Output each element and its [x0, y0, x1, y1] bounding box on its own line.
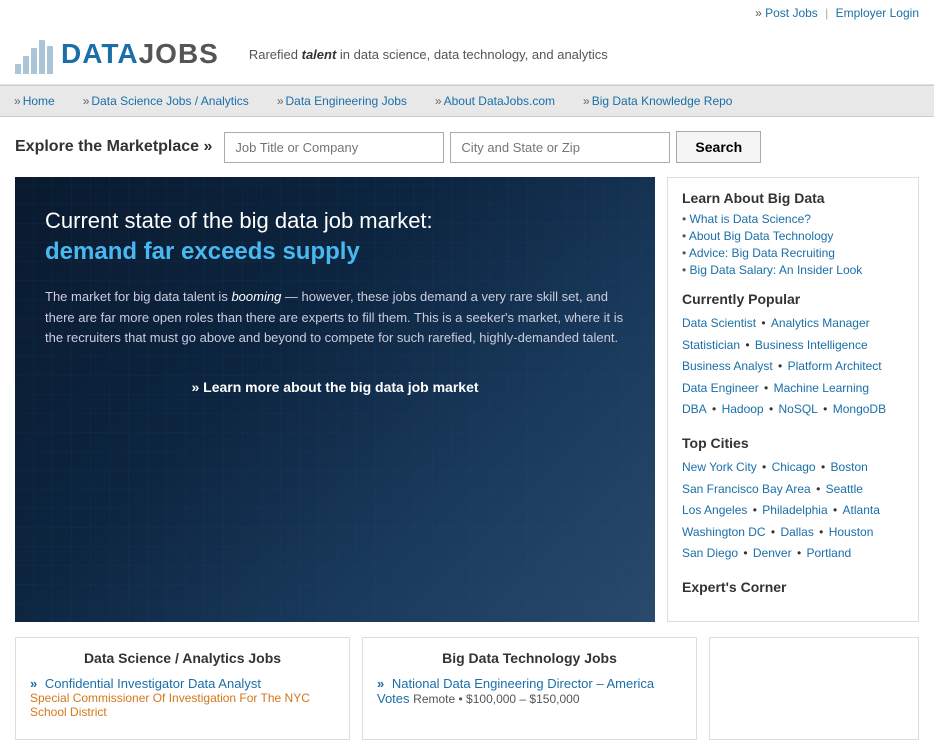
- city-sandiego[interactable]: San Diego: [682, 546, 738, 560]
- hero-body: The market for big data talent is boomin…: [45, 287, 625, 349]
- cities-section: Top Cities New York City • Chicago • Bos…: [682, 435, 904, 565]
- top-bar: » Post Jobs | Employer Login: [0, 0, 934, 26]
- pop-data-scientist[interactable]: Data Scientist: [682, 316, 756, 330]
- post-jobs-link[interactable]: Post Jobs: [765, 6, 818, 20]
- nav-data-engineering[interactable]: Data Engineering Jobs: [263, 86, 421, 116]
- employer-login-link[interactable]: Employer Login: [836, 6, 919, 20]
- job-item-2: » National Data Engineering Director – A…: [377, 676, 682, 706]
- pop-nosql[interactable]: NoSQL: [778, 402, 817, 416]
- sidebar: Learn About Big Data What is Data Scienc…: [667, 177, 919, 622]
- bar4: [39, 40, 45, 74]
- logo-jobs: JOBS: [139, 38, 219, 69]
- city-chicago[interactable]: Chicago: [772, 460, 816, 474]
- arrow-icon: »: [755, 6, 762, 20]
- nav-about[interactable]: About DataJobs.com: [421, 86, 569, 116]
- learn-link-1: What is Data Science?: [682, 212, 904, 226]
- city-atlanta[interactable]: Atlanta: [843, 503, 880, 517]
- learn-link-2: About Big Data Technology: [682, 229, 904, 243]
- city-philly[interactable]: Philadelphia: [762, 503, 827, 517]
- pop-platform-architect[interactable]: Platform Architect: [788, 359, 882, 373]
- logo-data: DATA: [61, 38, 139, 69]
- about-big-data-tech-link[interactable]: About Big Data Technology: [689, 229, 834, 243]
- main-content: Current state of the big data job market…: [0, 177, 934, 637]
- separator: |: [825, 6, 828, 20]
- city-seattle[interactable]: Seattle: [826, 482, 863, 496]
- pop-analytics-manager[interactable]: Analytics Manager: [771, 316, 870, 330]
- expert-heading: Expert's Corner: [682, 579, 904, 595]
- learn-link-3: Advice: Big Data Recruiting: [682, 246, 904, 260]
- bar2: [23, 56, 29, 74]
- logo-area: DATAJOBS: [15, 34, 219, 74]
- pop-dba[interactable]: DBA: [682, 402, 707, 416]
- search-input-jobtitle[interactable]: [224, 132, 444, 163]
- bar5: [47, 46, 53, 74]
- search-bar: Explore the Marketplace » Search: [0, 117, 934, 177]
- city-houston[interactable]: Houston: [829, 525, 874, 539]
- header: DATAJOBS Rarefied talent in data science…: [0, 26, 934, 85]
- nav-bar: Home Data Science Jobs / Analytics Data …: [0, 85, 934, 117]
- job-arrow-icon-2: »: [377, 676, 384, 691]
- job-item-1: » Confidential Investigator Data Analyst…: [30, 676, 335, 719]
- hero-learn-more-link[interactable]: » Learn more about the big data job mark…: [45, 379, 625, 395]
- card2-title: Big Data Technology Jobs: [377, 650, 682, 666]
- popular-links: Data Scientist • Analytics Manager Stati…: [682, 313, 904, 421]
- tagline-rest: in data science, data technology, and an…: [340, 47, 608, 62]
- city-portland[interactable]: Portland: [806, 546, 851, 560]
- what-is-data-science-link[interactable]: What is Data Science?: [690, 212, 811, 226]
- nav-knowledge-repo[interactable]: Big Data Knowledge Repo: [569, 86, 746, 116]
- popular-section: Currently Popular Data Scientist • Analy…: [682, 291, 904, 421]
- data-science-jobs-card: Data Science / Analytics Jobs » Confiden…: [15, 637, 350, 740]
- card1-title: Data Science / Analytics Jobs: [30, 650, 335, 666]
- city-la[interactable]: Los Angeles: [682, 503, 747, 517]
- hero-body-em: booming: [231, 289, 281, 304]
- cities-heading: Top Cities: [682, 435, 904, 451]
- pop-mongodb[interactable]: MongoDB: [833, 402, 886, 416]
- expert-section: Expert's Corner: [682, 579, 904, 595]
- learn-heading: Learn About Big Data: [682, 190, 904, 206]
- pop-data-engineer[interactable]: Data Engineer: [682, 381, 759, 395]
- city-nyc[interactable]: New York City: [682, 460, 757, 474]
- city-denver[interactable]: Denver: [753, 546, 792, 560]
- pop-machine-learning[interactable]: Machine Learning: [774, 381, 869, 395]
- bar3: [31, 48, 37, 74]
- search-input-location[interactable]: [450, 132, 670, 163]
- city-dc[interactable]: Washington DC: [682, 525, 766, 539]
- job-arrow-icon: »: [30, 676, 37, 691]
- sidebar-right: [709, 637, 919, 740]
- job1-title-link[interactable]: Confidential Investigator Data Analyst: [45, 676, 261, 691]
- nav-data-science[interactable]: Data Science Jobs / Analytics: [69, 86, 263, 116]
- pop-hadoop[interactable]: Hadoop: [722, 402, 764, 416]
- pop-business-intelligence[interactable]: Business Intelligence: [755, 338, 868, 352]
- salary-link[interactable]: Big Data Salary: An Insider Look: [690, 263, 863, 277]
- city-sf[interactable]: San Francisco Bay Area: [682, 482, 811, 496]
- popular-heading: Currently Popular: [682, 291, 904, 307]
- city-boston[interactable]: Boston: [830, 460, 867, 474]
- job2-meta: Remote • $100,000 – $150,000: [413, 692, 579, 706]
- cities-links: New York City • Chicago • Boston San Fra…: [682, 457, 904, 565]
- tagline: Rarefied talent in data science, data te…: [249, 47, 608, 62]
- big-data-tech-jobs-card: Big Data Technology Jobs » National Data…: [362, 637, 697, 740]
- hero-title: Current state of the big data job market…: [45, 207, 625, 267]
- search-button[interactable]: Search: [676, 131, 761, 163]
- bar1: [15, 64, 21, 74]
- hero-section: Current state of the big data job market…: [15, 177, 655, 622]
- learn-section: Learn About Big Data What is Data Scienc…: [682, 190, 904, 277]
- tagline-prefix: Rarefied: [249, 47, 298, 62]
- city-dallas[interactable]: Dallas: [780, 525, 813, 539]
- hero-body-pre: The market for big data talent is: [45, 289, 231, 304]
- advice-recruiting-link[interactable]: Advice: Big Data Recruiting: [689, 246, 835, 260]
- bottom-cards: Data Science / Analytics Jobs » Confiden…: [0, 637, 934, 755]
- hero-title-text: Current state of the big data job market…: [45, 208, 433, 233]
- search-label: Explore the Marketplace »: [15, 138, 212, 156]
- pop-business-analyst[interactable]: Business Analyst: [682, 359, 773, 373]
- hero-highlight: demand far exceeds supply: [45, 238, 360, 265]
- tagline-em: talent: [302, 47, 337, 62]
- learn-link-4: Big Data Salary: An Insider Look: [682, 263, 904, 277]
- nav-home[interactable]: Home: [0, 86, 69, 116]
- logo-text: DATAJOBS: [61, 38, 219, 70]
- logo-bars-icon: [15, 34, 55, 74]
- pop-statistician[interactable]: Statistician: [682, 338, 740, 352]
- job1-company: Special Commissioner Of Investigation Fo…: [30, 691, 335, 719]
